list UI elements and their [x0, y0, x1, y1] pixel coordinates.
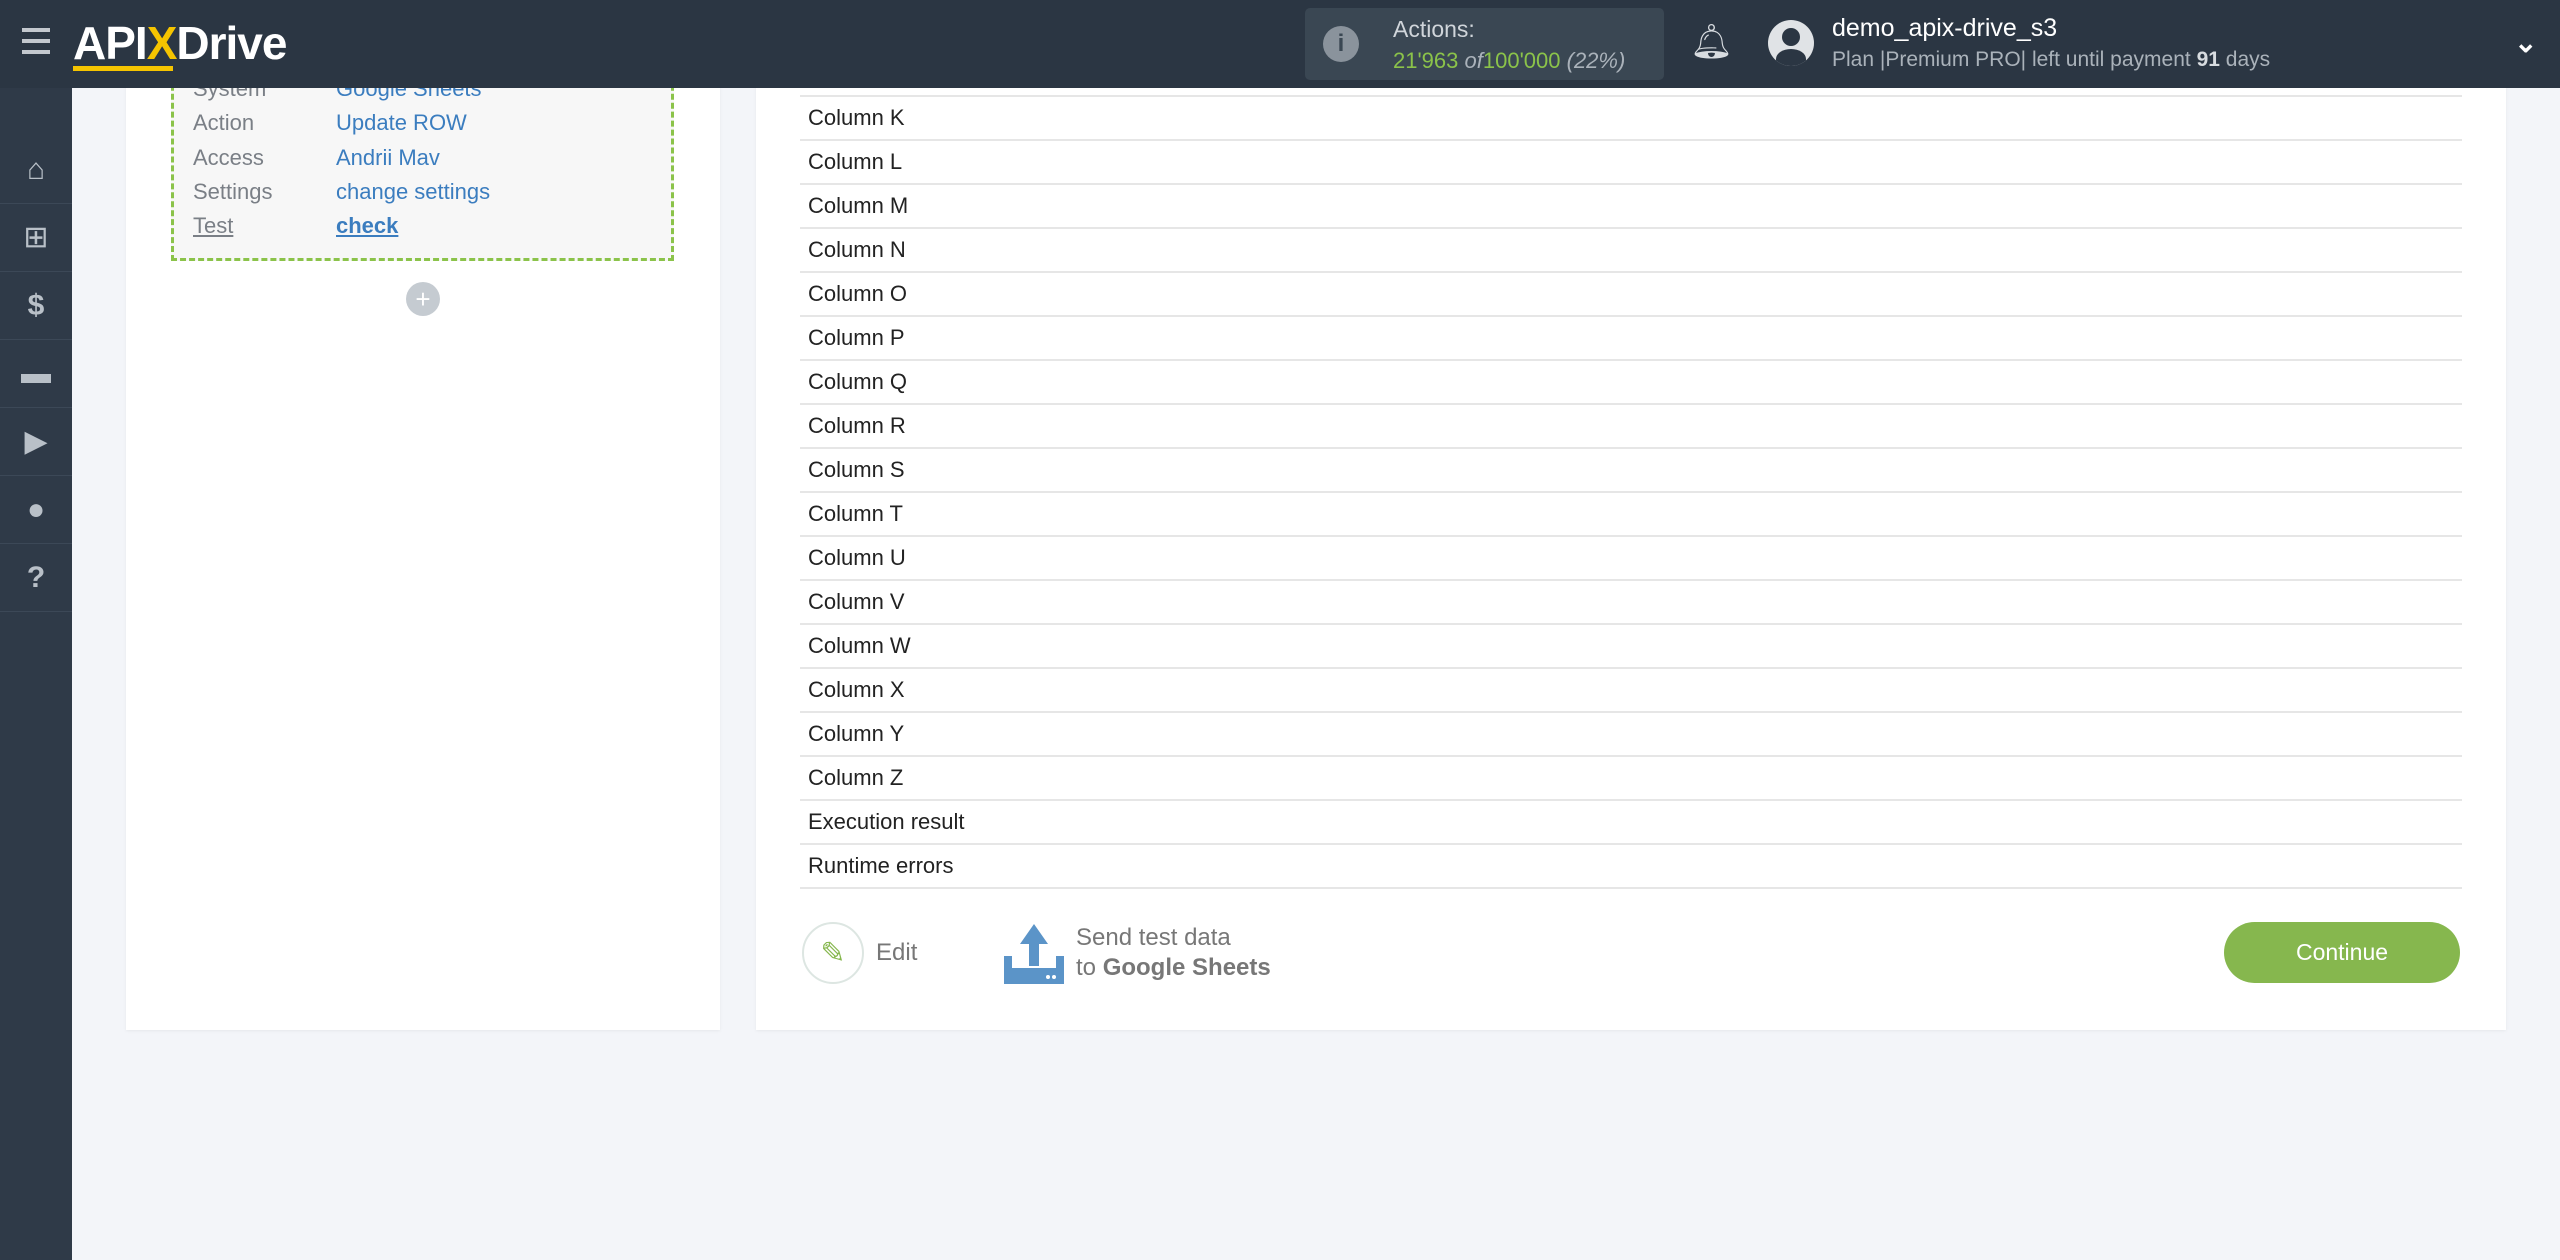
actions-counter[interactable]: i Actions: 21'963 of100'000 (22%)	[1305, 8, 1664, 80]
value-access[interactable]: Andrii Mav	[336, 145, 440, 171]
add-step-button[interactable]: +	[406, 282, 440, 316]
field-row: Column W	[800, 623, 2462, 667]
avatar-icon[interactable]	[1768, 20, 1814, 66]
field-row: Column R	[800, 403, 2462, 447]
send-target: Google Sheets	[1102, 954, 1271, 981]
label-test: Test	[193, 213, 234, 238]
field-row: Column N	[800, 227, 2462, 271]
field-row: Column M	[800, 183, 2462, 227]
field-row: Column V	[800, 579, 2462, 623]
actions-total: 100'000	[1482, 48, 1561, 73]
username[interactable]: demo_apix-drive_s3	[1832, 14, 2057, 43]
sidebar: ⌂ ⊞ $ ▬ ▶ ● ?	[0, 88, 72, 1260]
days-suffix: days	[2225, 48, 2271, 71]
plan-info: Plan |Premium PRO| left until payment	[1832, 48, 2191, 71]
field-row: Column U	[800, 535, 2462, 579]
send-test-data-button[interactable]: Send test data to Google Sheets	[1004, 922, 1271, 984]
youtube-icon[interactable]: ▶	[0, 408, 72, 476]
change-settings-link[interactable]: change settings	[336, 179, 490, 205]
actions-label: Actions:	[1393, 16, 1475, 42]
field-row: Column L	[800, 139, 2462, 183]
send-to: to	[1076, 954, 1097, 981]
user-icon[interactable]: ●	[0, 476, 72, 544]
edit-label: Edit	[876, 939, 918, 966]
chevron-down-icon[interactable]: ⌄	[2514, 26, 2537, 59]
pencil-icon: ✎	[802, 922, 864, 984]
field-row: Execution result	[800, 799, 2462, 843]
field-row: Column S	[800, 447, 2462, 491]
label-access: Access	[193, 145, 264, 170]
days-left: 91	[2196, 48, 2220, 71]
actions-of: of	[1464, 48, 1483, 73]
field-row: Column P	[800, 315, 2462, 359]
upload-icon	[1004, 924, 1064, 984]
field-row: Column X	[800, 667, 2462, 711]
continue-button[interactable]: Continue	[2224, 922, 2460, 983]
menu-icon[interactable]	[22, 28, 50, 54]
value-action[interactable]: Update ROW	[336, 110, 467, 136]
dollar-icon[interactable]: $	[0, 272, 72, 340]
edit-button[interactable]: ✎ Edit	[802, 922, 917, 984]
field-row: Column Y	[800, 711, 2462, 755]
check-link[interactable]: check	[336, 213, 398, 239]
actions-pct: (22%)	[1566, 48, 1626, 73]
sitemap-icon[interactable]: ⊞	[0, 204, 72, 272]
label-settings: Settings	[193, 179, 273, 204]
help-icon[interactable]: ?	[0, 544, 72, 612]
logo[interactable]: APIXDrive	[73, 16, 287, 71]
info-icon: i	[1323, 26, 1359, 62]
send-label: Send test data	[1076, 924, 1231, 951]
bell-icon[interactable]: 🔔︎	[1690, 22, 1733, 62]
field-row: Column T	[800, 491, 2462, 535]
field-row: Runtime errors	[800, 843, 2462, 887]
field-row: Column Q	[800, 359, 2462, 403]
label-action: Action	[193, 110, 255, 135]
field-row: Column Z	[800, 755, 2462, 799]
divider	[800, 887, 2462, 889]
actions-used: 21'963	[1393, 48, 1459, 73]
briefcase-icon[interactable]: ▬	[0, 340, 72, 408]
field-row: Column K	[800, 95, 2462, 139]
field-row: Column O	[800, 271, 2462, 315]
home-icon[interactable]: ⌂	[0, 136, 72, 204]
top-bar: APIXDrive i Actions: 21'963 of100'000 (2…	[0, 0, 2560, 88]
